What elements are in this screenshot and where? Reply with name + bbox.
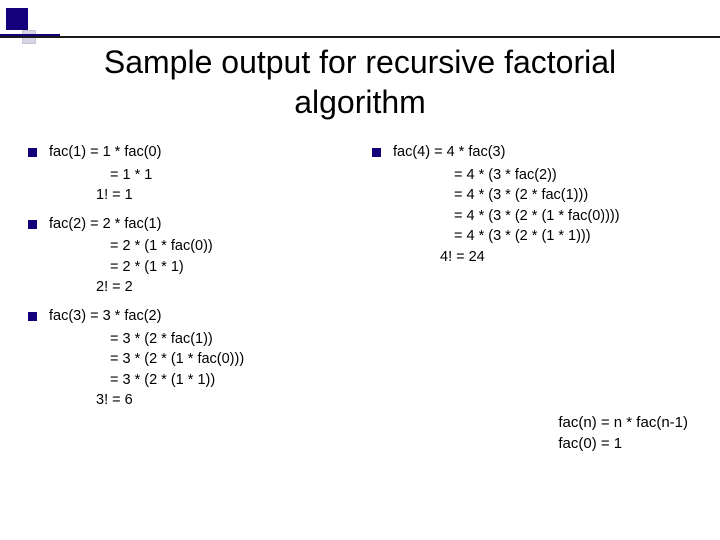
list-item: fac(1) = 1 * fac(0)	[28, 142, 348, 163]
fac3-line: = 3 * (2 * (1 * 1))	[28, 370, 348, 391]
formula-box: fac(n) = n * fac(n-1) fac(0) = 1	[558, 412, 688, 454]
bullet-icon	[28, 220, 37, 229]
fac1-head: fac(1) = 1 * fac(0)	[49, 142, 348, 163]
list-item: fac(3) = 3 * fac(2)	[28, 306, 348, 327]
slide-title: Sample output for recursive factorial al…	[0, 0, 720, 122]
formula-line: fac(n) = n * fac(n-1)	[558, 412, 688, 433]
fac4-line: = 4 * (3 * (2 * (1 * fac(0))))	[372, 206, 692, 227]
right-column: fac(4) = 4 * fac(3) = 4 * (3 * fac(2)) =…	[372, 142, 692, 419]
fac4-head: fac(4) = 4 * fac(3)	[393, 142, 692, 163]
left-column: fac(1) = 1 * fac(0) = 1 * 1 1! = 1 fac(2…	[28, 142, 348, 419]
fac3-head: fac(3) = 3 * fac(2)	[49, 306, 348, 327]
fac4-group: fac(4) = 4 * fac(3) = 4 * (3 * fac(2)) =…	[372, 142, 692, 267]
list-item: fac(4) = 4 * fac(3)	[372, 142, 692, 163]
formula-line: fac(0) = 1	[558, 433, 688, 454]
fac2-line: = 2 * (1 * fac(0))	[28, 236, 348, 257]
fac3-line: 3! = 6	[28, 390, 348, 411]
fac4-line: 4! = 24	[372, 247, 692, 268]
fac1-line: 1! = 1	[28, 185, 348, 206]
fac4-line: = 4 * (3 * fac(2))	[372, 165, 692, 186]
square-icon	[6, 8, 28, 30]
fac1-group: fac(1) = 1 * fac(0) = 1 * 1 1! = 1	[28, 142, 348, 206]
divider	[0, 36, 720, 38]
fac2-line: 2! = 2	[28, 277, 348, 298]
fac4-line: = 4 * (3 * (2 * (1 * 1)))	[372, 226, 692, 247]
bullet-icon	[28, 312, 37, 321]
bullet-icon	[372, 148, 381, 157]
fac4-line: = 4 * (3 * (2 * fac(1)))	[372, 185, 692, 206]
fac2-group: fac(2) = 2 * fac(1) = 2 * (1 * fac(0)) =…	[28, 214, 348, 298]
fac3-line: = 3 * (2 * fac(1))	[28, 329, 348, 350]
fac1-line: = 1 * 1	[28, 165, 348, 186]
fac2-line: = 2 * (1 * 1)	[28, 257, 348, 278]
list-item: fac(2) = 2 * fac(1)	[28, 214, 348, 235]
bullet-icon	[28, 148, 37, 157]
fac3-line: = 3 * (2 * (1 * fac(0)))	[28, 349, 348, 370]
fac2-head: fac(2) = 2 * fac(1)	[49, 214, 348, 235]
slide-content: fac(1) = 1 * fac(0) = 1 * 1 1! = 1 fac(2…	[0, 122, 720, 419]
fac3-group: fac(3) = 3 * fac(2) = 3 * (2 * fac(1)) =…	[28, 306, 348, 411]
